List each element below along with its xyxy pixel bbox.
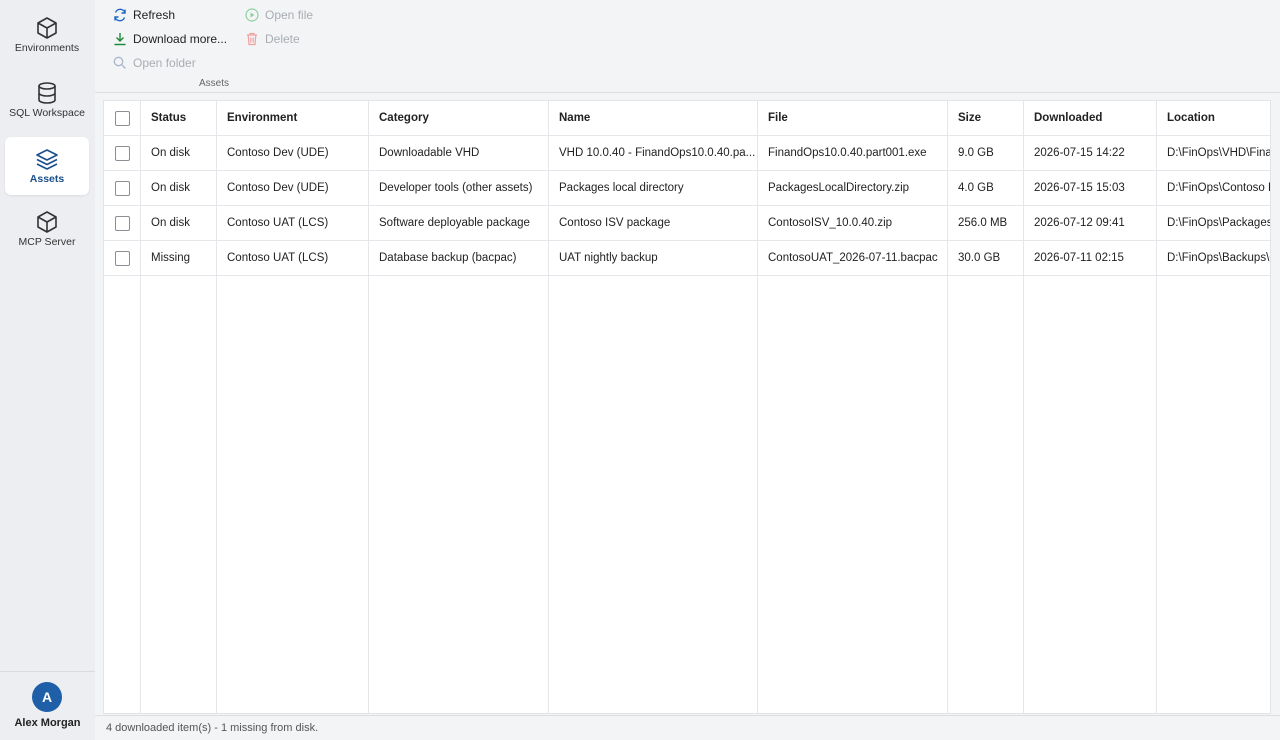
cell-size: 256.0 MB (958, 217, 1008, 229)
layers-icon (36, 149, 58, 170)
column-header-file[interactable]: File (768, 101, 946, 136)
delete-label: Delete (265, 32, 300, 46)
cell-location: D:\FinOps\Contoso D (1167, 182, 1271, 194)
assets-table: Status Environment Category Name File Si… (103, 100, 1271, 714)
cell-location: D:\FinOps\Packages\ (1167, 217, 1271, 229)
column-header-status[interactable]: Status (151, 101, 215, 136)
cell-status: On disk (151, 147, 190, 159)
status-bar: 4 downloaded item(s) - 1 missing from di… (95, 715, 1280, 740)
table-row[interactable]: On disk Contoso Dev (UDE) Downloadable V… (104, 136, 1271, 171)
cell-environment: Contoso UAT (LCS) (227, 217, 329, 229)
sidebar: Environments SQL Workspace Assets MCP Se… (0, 0, 95, 740)
cell-file: PackagesLocalDirectory.zip (768, 182, 910, 194)
cell-size: 9.0 GB (958, 147, 994, 159)
cell-name: Contoso ISV package (559, 217, 671, 229)
table-row[interactable]: Missing Contoso UAT (LCS) Database backu… (104, 241, 1271, 276)
row-checkbox[interactable] (115, 251, 130, 266)
cell-name: VHD 10.0.40 - FinandOps10.0.40.pa... (559, 147, 756, 159)
cell-location: D:\FinOps\VHD\Finan (1167, 147, 1271, 159)
column-header-category[interactable]: Category (379, 101, 547, 136)
cell-environment: Contoso UAT (LCS) (227, 252, 329, 264)
cell-environment: Contoso Dev (UDE) (227, 182, 329, 194)
cube-icon (37, 17, 57, 39)
download-more-label: Download more... (133, 32, 228, 46)
column-header-size[interactable]: Size (958, 101, 1022, 136)
cell-size: 4.0 GB (958, 182, 994, 194)
cell-downloaded: 2026-07-12 09:41 (1034, 217, 1125, 229)
open-file-button[interactable]: Open file (245, 5, 313, 25)
nav-mcp-server-label: MCP Server (18, 236, 76, 248)
cell-name: Packages local directory (559, 182, 684, 194)
column-header-downloaded[interactable]: Downloaded (1034, 101, 1155, 136)
cell-file: FinandOps10.0.40.part001.exe (768, 147, 927, 159)
cell-category: Database backup (bacpac) (379, 252, 517, 264)
table-row[interactable]: On disk Contoso Dev (UDE) Developer tool… (104, 171, 1271, 206)
sidebar-divider (0, 671, 95, 672)
cell-downloaded: 2026-07-15 14:22 (1034, 147, 1125, 159)
nav-mcp-server[interactable]: MCP Server (5, 200, 89, 258)
nav-assets[interactable]: Assets (5, 137, 89, 195)
play-icon (245, 8, 259, 22)
cell-size: 30.0 GB (958, 252, 1001, 264)
open-file-label: Open file (265, 8, 314, 22)
database-icon (38, 82, 56, 104)
refresh-label: Refresh (133, 8, 176, 22)
cell-name: UAT nightly backup (559, 252, 658, 264)
cell-category: Developer tools (other assets) (379, 182, 533, 194)
search-icon (113, 56, 126, 69)
nav-sql-workspace[interactable]: SQL Workspace (5, 71, 89, 129)
cell-status: Missing (151, 252, 190, 264)
cell-environment: Contoso Dev (UDE) (227, 147, 329, 159)
download-icon (114, 33, 126, 46)
status-text: 4 downloaded item(s) - 1 missing from di… (106, 722, 319, 734)
cell-file: ContosoUAT_2026-07-11.bacpac (768, 252, 938, 264)
cube-icon (37, 211, 57, 233)
row-checkbox[interactable] (115, 181, 130, 196)
open-folder-label: Open folder (133, 56, 196, 70)
delete-button[interactable]: Delete (245, 29, 300, 49)
toolbar: Refresh Download more... Open folder Ope… (95, 0, 1280, 93)
toolbar-group-label: Assets (199, 78, 230, 89)
cell-category: Software deployable package (379, 217, 530, 229)
cell-status: On disk (151, 217, 190, 229)
cell-file: ContosoISV_10.0.40.zip (768, 217, 893, 229)
cell-downloaded: 2026-07-15 15:03 (1034, 182, 1125, 194)
nav-sql-workspace-label: SQL Workspace (9, 107, 85, 119)
user-name: Alex Morgan (14, 717, 81, 729)
avatar[interactable]: A (32, 682, 62, 712)
row-checkbox[interactable] (115, 146, 130, 161)
row-checkbox[interactable] (115, 216, 130, 231)
table-header-row: Status Environment Category Name File Si… (104, 101, 1270, 136)
cell-status: On disk (151, 182, 190, 194)
open-folder-button[interactable]: Open folder (113, 53, 196, 73)
nav-environments[interactable]: Environments (5, 6, 89, 64)
refresh-button[interactable]: Refresh (113, 5, 175, 25)
cell-location: D:\FinOps\Backups\C (1167, 252, 1271, 264)
nav-environments-label: Environments (14, 42, 80, 54)
table-row[interactable]: On disk Contoso UAT (LCS) Software deplo… (104, 206, 1271, 241)
trash-icon (247, 32, 257, 46)
refresh-icon (114, 8, 126, 22)
column-header-environment[interactable]: Environment (227, 101, 367, 136)
nav-assets-label: Assets (29, 173, 65, 185)
select-all-checkbox[interactable] (115, 111, 130, 126)
column-header-name[interactable]: Name (559, 101, 756, 136)
column-header-location[interactable]: Location (1167, 101, 1270, 136)
cell-category: Downloadable VHD (379, 147, 480, 159)
download-more-button[interactable]: Download more... (113, 29, 227, 49)
cell-downloaded: 2026-07-11 02:15 (1034, 252, 1124, 264)
